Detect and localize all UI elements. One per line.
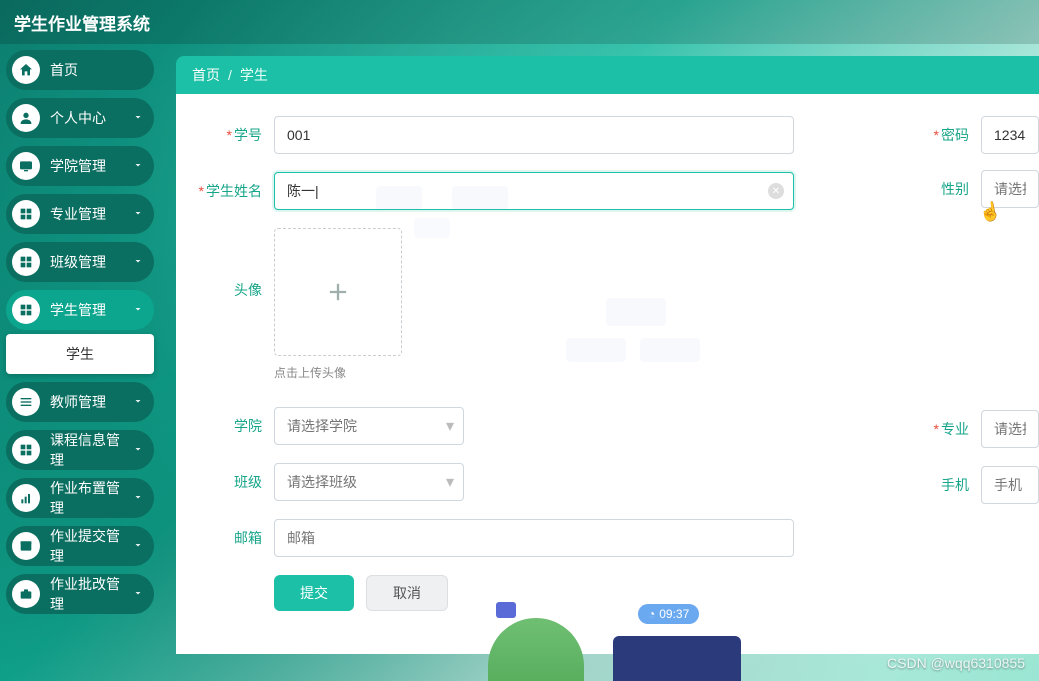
decor-block [452,186,508,210]
home-icon [12,56,40,84]
sidebar: 首页 个人中心 学院管理 专业管理 班 [0,44,158,681]
chevron-down-icon [132,206,144,222]
breadcrumb-root[interactable]: 首页 [192,65,220,85]
sidebar-item-profile[interactable]: 个人中心 [6,98,154,138]
bars-icon [12,484,40,512]
label-email: 邮箱 [176,528,274,548]
label-college: 学院 [176,416,274,436]
sidebar-item-review[interactable]: 作业批改管理 [6,574,154,614]
case-icon [12,580,40,608]
phone-input[interactable] [981,466,1039,504]
grid-icon [12,248,40,276]
sidebar-item-label: 学生管理 [50,300,106,320]
breadcrumb: 首页 / 学生 [176,56,1039,94]
decor-block [566,338,626,362]
decor-block [640,338,700,362]
app-title: 学生作业管理系统 [14,10,150,35]
sidebar-item-assign[interactable]: 作业布置管理 [6,478,154,518]
chevron-down-icon [132,394,144,410]
sidebar-item-label: 专业管理 [50,204,106,224]
decor-block [414,218,450,238]
chevron-down-icon [132,490,144,506]
sidebar-item-label: 作业布置管理 [50,478,122,518]
label-phone: 手机 [913,475,981,495]
decor-time-chip: ◔ 09:37 [638,604,699,624]
label-student-name: *学生姓名 [176,181,274,201]
class-select[interactable] [274,463,464,501]
decor-speech-bubble [496,602,516,618]
student-id-input[interactable] [274,116,794,154]
watermark: CSDN @wqq6310855 [887,655,1025,671]
avatar-hint: 点击上传头像 [274,364,402,381]
sidebar-item-label: 班级管理 [50,252,106,272]
sidebar-subitem-student[interactable]: 学生 [6,334,154,374]
sidebar-item-student[interactable]: 学生管理 [6,290,154,330]
sidebar-item-home[interactable]: 首页 [6,50,154,90]
plus-icon [324,278,352,306]
email-input[interactable] [274,519,794,557]
sidebar-item-label: 课程信息管理 [50,430,122,470]
sidebar-item-label: 作业批改管理 [50,574,122,614]
label-major: *专业 [913,419,981,439]
chevron-down-icon [132,110,144,126]
breadcrumb-current: 学生 [240,65,268,85]
decor-block [376,186,422,210]
cancel-button[interactable]: 取消 [366,575,448,611]
password-input[interactable] [981,116,1039,154]
sidebar-item-major[interactable]: 专业管理 [6,194,154,234]
form-panel: *学号 *密码 *学生姓名 [176,94,1039,654]
major-select[interactable] [981,410,1039,448]
label-avatar: 头像 [176,228,274,300]
label-password: *密码 [913,125,981,145]
chevron-down-icon [132,302,144,318]
clock-icon: ◔ [648,607,655,621]
decor-monitor [613,636,741,681]
grid-icon [12,296,40,324]
cursor-hand-icon: ☝️ [977,200,1003,225]
college-select[interactable] [274,407,464,445]
label-gender: 性别 [913,179,981,199]
user-icon [12,104,40,132]
chevron-down-icon [132,538,144,554]
decor-block [606,298,666,326]
chevron-down-icon [132,254,144,270]
app-header: 学生作业管理系统 [0,0,1039,44]
sidebar-item-course[interactable]: 课程信息管理 [6,430,154,470]
submit-button[interactable]: 提交 [274,575,354,611]
grid-icon [12,436,40,464]
chevron-down-icon [132,586,144,602]
sidebar-item-college[interactable]: 学院管理 [6,146,154,186]
sidebar-subitem-label: 学生 [66,344,94,364]
student-name-input[interactable] [274,172,794,210]
sidebar-item-label: 教师管理 [50,392,106,412]
display-icon [12,152,40,180]
clear-icon[interactable]: ✕ [768,183,784,199]
sidebar-item-label: 个人中心 [50,108,106,128]
sidebar-item-label: 首页 [50,60,78,80]
grid-icon [12,200,40,228]
sidebar-item-submit[interactable]: 作业提交管理 [6,526,154,566]
breadcrumb-separator: / [228,67,232,83]
menu-icon [12,388,40,416]
window-icon [12,532,40,560]
sidebar-item-label: 作业提交管理 [50,526,122,566]
sidebar-item-class[interactable]: 班级管理 [6,242,154,282]
chevron-down-icon [132,442,144,458]
sidebar-item-teacher[interactable]: 教师管理 [6,382,154,422]
avatar-upload[interactable] [274,228,402,356]
label-student-id: *学号 [176,125,274,145]
chevron-down-icon [132,158,144,174]
sidebar-item-label: 学院管理 [50,156,106,176]
label-class: 班级 [176,472,274,492]
